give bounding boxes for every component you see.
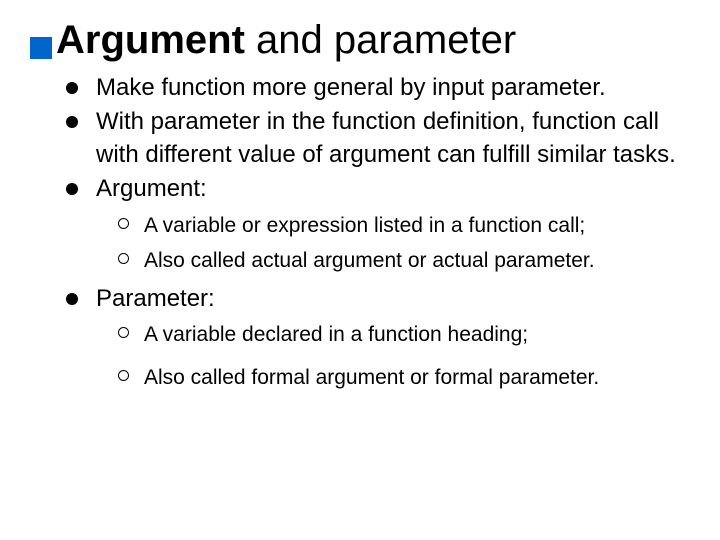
list-item-text: Parameter: — [96, 285, 215, 312]
sub-list-item: Also called actual argument or actual pa… — [118, 245, 690, 277]
title-row: Argument and parameter — [30, 18, 690, 62]
sub-list-item-text: A variable or expression listed in a fun… — [144, 214, 585, 237]
list-item: Argument: A variable or expression liste… — [66, 173, 690, 276]
sub-list-item: Also called formal argument or formal pa… — [118, 362, 690, 394]
list-item-text: Argument: — [96, 175, 207, 202]
sub-list-item-text: Also called formal argument or formal pa… — [144, 366, 599, 389]
sub-list-item: A variable declared in a function headin… — [118, 319, 690, 359]
list-item-text: With parameter in the function definitio… — [96, 108, 676, 167]
sub-bullet-list: A variable or expression listed in a fun… — [118, 210, 690, 277]
bullet-list: Make function more general by input para… — [66, 72, 690, 394]
list-item: Make function more general by input para… — [66, 72, 690, 104]
sub-list-item-text: A variable declared in a function headin… — [144, 323, 528, 346]
title-rest: and parameter — [245, 18, 516, 62]
square-bullet-icon — [30, 37, 52, 59]
sub-list-item-text: Also called actual argument or actual pa… — [144, 249, 595, 272]
slide: Argument and parameter Make function mor… — [0, 0, 720, 540]
list-item: Parameter: A variable declared in a func… — [66, 283, 690, 394]
slide-title: Argument and parameter — [56, 18, 516, 62]
sub-list-item: A variable or expression listed in a fun… — [118, 210, 690, 242]
list-item: With parameter in the function definitio… — [66, 106, 690, 171]
list-item-text: Make function more general by input para… — [96, 74, 606, 101]
sub-bullet-list: A variable declared in a function headin… — [118, 319, 690, 394]
title-strong: Argument — [56, 18, 245, 62]
